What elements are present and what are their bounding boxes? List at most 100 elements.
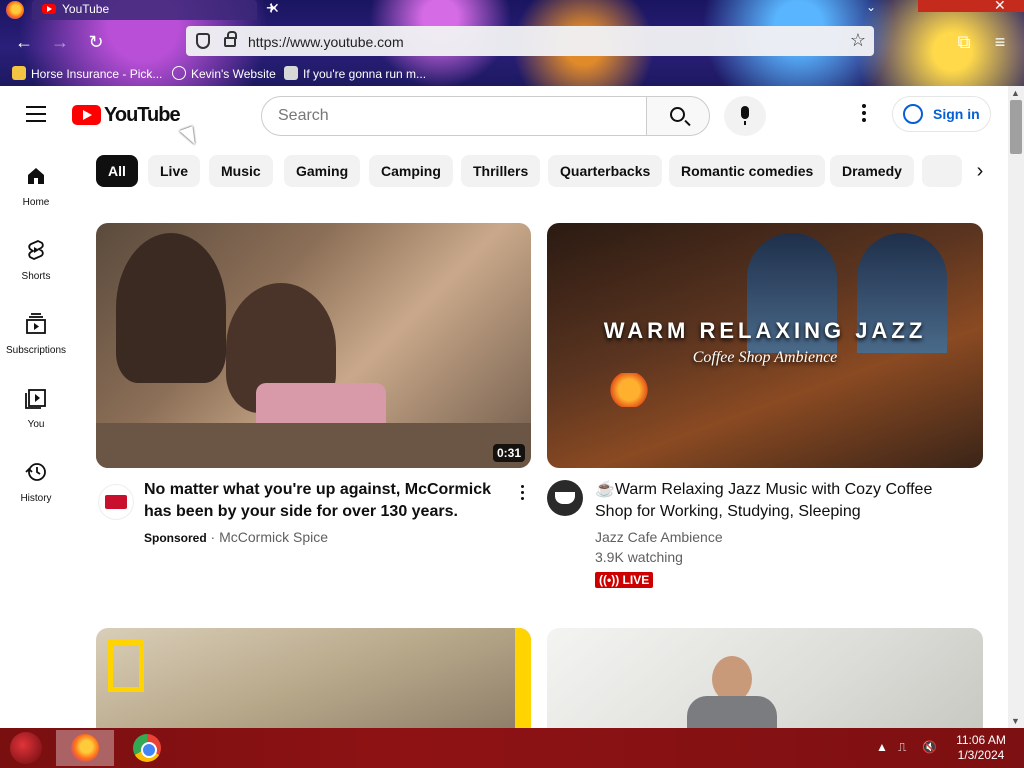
thumbnail-table [96, 423, 531, 468]
sidebar-item-subscriptions[interactable]: Subscriptions [0, 312, 72, 356]
live-icon: ((•)) [599, 573, 623, 587]
chip-romantic-comedies[interactable]: Romantic comedies [669, 155, 826, 187]
separator: · [206, 529, 220, 545]
scroll-down-icon[interactable]: ▼ [1011, 716, 1020, 726]
tray-expand-icon[interactable]: ▲ [876, 740, 888, 754]
chip-music[interactable]: Music [209, 155, 273, 187]
sign-in-button[interactable]: Sign in [892, 96, 991, 132]
channel-name[interactable]: McCormick Spice [219, 529, 328, 545]
video-thumbnail[interactable] [96, 628, 531, 728]
thumbnail-title: WARM RELAXING JAZZ [603, 318, 927, 343]
sidebar-label: History [20, 493, 52, 504]
live-label: LIVE [622, 573, 650, 587]
bookmark-run-m[interactable]: If you're gonna run m... [284, 66, 426, 81]
bookmark-horse-insurance[interactable]: Horse Insurance - Pick... [12, 66, 162, 81]
tab-bar: YouTube ✕ + ⌄ ✕ [0, 0, 1024, 20]
video-thumbnail[interactable]: 0:31 [96, 223, 531, 468]
shorts-icon [28, 240, 44, 260]
address-bar[interactable]: https://www.youtube.com ☆ [186, 26, 874, 56]
lock-icon[interactable] [224, 31, 237, 47]
taskbar-chrome[interactable] [118, 730, 176, 766]
natgeo-stripe [515, 628, 531, 728]
extensions-icon[interactable]: ⧉ [952, 30, 976, 54]
coffee-cup-icon [555, 492, 575, 504]
video-thumbnail[interactable] [547, 628, 983, 728]
shield-icon[interactable] [196, 33, 210, 49]
mccormick-logo-icon [105, 495, 127, 509]
video-menu-button[interactable] [518, 485, 526, 503]
search-icon [670, 107, 685, 122]
youtube-play-icon [72, 105, 101, 125]
search-button[interactable] [646, 96, 710, 136]
scrollbar-thumb[interactable] [1010, 100, 1022, 154]
page-scrollbar[interactable]: ▲ ▼ [1008, 86, 1024, 728]
back-button[interactable]: ← [12, 30, 36, 54]
channel-avatar[interactable] [547, 480, 583, 516]
live-badge: ((•)) LIVE [595, 572, 654, 588]
tab-title: YouTube [62, 2, 110, 16]
sidebar-item-shorts[interactable]: Shorts [0, 238, 72, 282]
you-icon [25, 389, 46, 409]
account-icon [903, 104, 923, 124]
window-close-button[interactable]: ✕ [918, 0, 1024, 13]
chip-gaming[interactable]: Gaming [284, 155, 361, 187]
chip-camping[interactable]: Camping [369, 155, 453, 187]
channel-avatar[interactable] [98, 484, 134, 520]
search-input[interactable] [278, 97, 618, 135]
volume-muted-icon[interactable]: 🔇 [922, 740, 937, 754]
bookmarks-toolbar: Horse Insurance - Pick... Kevin's Websit… [0, 62, 1024, 86]
sidebar-item-home[interactable]: Home [0, 164, 72, 208]
close-icon: ✕ [994, 0, 1006, 13]
settings-menu-button[interactable] [856, 104, 872, 126]
chip-thrillers[interactable]: Thrillers [461, 155, 541, 187]
reload-button[interactable]: ↻ [84, 30, 108, 54]
channel-name[interactable]: Jazz Cafe Ambience [595, 527, 723, 547]
search-box [261, 96, 647, 136]
guide-menu-button[interactable] [26, 106, 46, 122]
sidebar-item-you[interactable]: You [0, 386, 72, 430]
voice-search-button[interactable] [724, 96, 766, 136]
new-tab-button[interactable]: + [266, 0, 277, 19]
video-title[interactable]: No matter what you're up against, McCorm… [144, 479, 506, 523]
chevron-right-icon[interactable]: › [964, 155, 996, 187]
subscriptions-icon [26, 313, 46, 334]
url-text[interactable]: https://www.youtube.com [248, 34, 404, 50]
video-thumbnail[interactable]: WARM RELAXING JAZZ Coffee Shop Ambience [547, 223, 983, 468]
chip-dramedy[interactable]: Dramedy [830, 155, 914, 187]
chrome-icon [133, 734, 161, 762]
taskbar: ▲ ⎍ 🔇 11:06 AM 1/3/2024 [0, 728, 1024, 768]
start-button[interactable] [10, 732, 42, 764]
thumbnail-figure [116, 233, 226, 383]
bookmark-star-icon[interactable]: ☆ [850, 30, 866, 51]
logo-text: YouTube [104, 104, 181, 126]
microphone-icon [741, 106, 749, 125]
tab-youtube[interactable]: YouTube ✕ [32, 0, 280, 20]
sidebar-label: Shorts [21, 271, 51, 282]
system-clock[interactable]: 11:06 AM 1/3/2024 [946, 733, 1016, 763]
browser-chrome: YouTube ✕ + ⌄ ✕ ← → ↻ https://www.youtub… [0, 0, 1024, 86]
network-icon[interactable]: ⎍ [898, 740, 906, 755]
bookmark-kevins-website[interactable]: Kevin's Website [172, 66, 276, 81]
bookmark-label: Horse Insurance - Pick... [31, 67, 163, 81]
sidebar-label: You [27, 419, 45, 430]
chip-quarterbacks[interactable]: Quarterbacks [548, 155, 663, 187]
firefox-icon [71, 734, 99, 762]
forward-button[interactable]: → [48, 30, 72, 54]
natgeo-logo-icon [108, 640, 144, 692]
scroll-up-icon[interactable]: ▲ [1011, 88, 1020, 98]
video-title[interactable]: ☕Warm Relaxing Jazz Music with Cozy Coff… [595, 479, 945, 523]
sign-in-label: Sign in [933, 106, 980, 122]
sidebar-label: Home [22, 197, 50, 208]
chip-partial[interactable] [922, 155, 962, 187]
site-favicon-icon [284, 66, 298, 80]
thumbnail-person [687, 696, 777, 728]
sidebar-item-history[interactable]: History [0, 460, 72, 504]
list-tabs-icon[interactable]: ⌄ [866, 0, 876, 14]
chip-live[interactable]: Live [148, 155, 201, 187]
chip-all[interactable]: All [96, 155, 138, 187]
firefox-icon[interactable] [6, 1, 24, 19]
taskbar-firefox[interactable] [56, 730, 114, 766]
menu-icon[interactable]: ≡ [988, 30, 1012, 54]
youtube-page: YouTube Sign in Home Shorts Subscription… [0, 86, 1008, 728]
video-duration: 0:31 [492, 444, 525, 462]
